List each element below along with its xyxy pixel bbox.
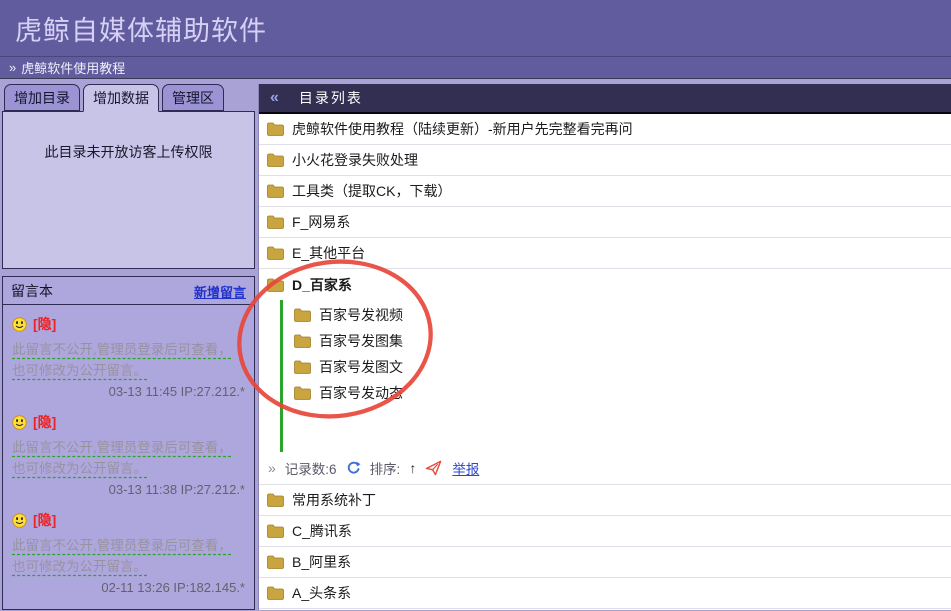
breadcrumb-arrow-icon: » xyxy=(9,60,16,75)
folder-icon xyxy=(294,308,311,322)
message-meta: 03-13 11:45 IP:27.212.* xyxy=(12,384,245,399)
folder-icon xyxy=(267,122,284,136)
folder-icon xyxy=(267,153,284,167)
folder-icon xyxy=(267,184,284,198)
subfolder-row[interactable]: 百家号发动态 xyxy=(283,380,951,406)
smiley-icon xyxy=(12,513,27,528)
folder-label: A_头条系 xyxy=(292,583,351,603)
folder-row[interactable]: B_阿里系 xyxy=(259,547,951,578)
message-text: 此留言不公开,管理员登录后可查看，也可修改为公开留言。 xyxy=(12,535,245,577)
tab-bar: 增加目录 增加数据 管理区 xyxy=(2,84,255,111)
sort-ascending-icon[interactable]: ↑ xyxy=(409,460,416,476)
new-message-link[interactable]: 新增留言 xyxy=(194,282,246,301)
content-area: 增加目录 增加数据 管理区 此目录未开放访客上传权限 留言本 新增留言 xyxy=(0,84,951,610)
subfolder-label: 百家号发图文 xyxy=(319,357,403,377)
report-link[interactable]: 举报 xyxy=(452,458,479,478)
report-plane-icon[interactable] xyxy=(425,460,443,476)
subfolder-group: 百家号发视频 百家号发图集 百家号发图文 百家号发动态 xyxy=(280,300,951,452)
smiley-icon xyxy=(12,317,27,332)
directory-list: 虎鲸软件使用教程（陆续更新）-新用户先完整看完再问 小火花登录失败处理 工具类（… xyxy=(259,114,951,610)
folder-label: C_腾讯系 xyxy=(292,521,352,541)
subfolder-row[interactable]: 百家号发视频 xyxy=(283,302,951,328)
folder-row-expanded[interactable]: D_百家系 xyxy=(259,269,951,300)
folder-icon xyxy=(294,386,311,400)
subfolder-label: 百家号发动态 xyxy=(319,383,403,403)
folder-row[interactable]: 虎鲸软件使用教程（陆续更新）-新用户先完整看完再问 xyxy=(259,114,951,145)
smiley-icon xyxy=(12,415,27,430)
app-title: 虎鲸自媒体辅助软件 xyxy=(0,0,951,57)
folder-icon xyxy=(267,278,284,292)
folder-label: 常用系统补丁 xyxy=(292,490,376,510)
message-board-title: 留言本 xyxy=(11,281,53,301)
folder-label: 小火花登录失败处理 xyxy=(292,150,418,170)
folder-row[interactable]: E_其他平台 xyxy=(259,238,951,269)
folder-row[interactable]: 常用系统补丁 xyxy=(259,485,951,516)
subfolder-label: 百家号发图集 xyxy=(319,331,403,351)
message-item: [隐] 此留言不公开,管理员登录后可查看，也可修改为公开留言。 03-13 11… xyxy=(12,314,245,399)
directory-panel: « 目录列表 虎鲸软件使用教程（陆续更新）-新用户先完整看完再问 小火花登录失败… xyxy=(258,84,951,610)
hidden-tag: [隐] xyxy=(33,510,56,530)
sort-label: 排序: xyxy=(370,458,401,478)
sidebar: 增加目录 增加数据 管理区 此目录未开放访客上传权限 留言本 新增留言 xyxy=(0,84,258,610)
folder-row[interactable]: A_头条系 xyxy=(259,578,951,609)
folder-label: F_网易系 xyxy=(292,212,350,232)
folder-label: D_百家系 xyxy=(292,275,352,295)
folder-row[interactable]: C_腾讯系 xyxy=(259,516,951,547)
directory-panel-title: 目录列表 xyxy=(299,88,363,108)
message-meta: 03-13 11:38 IP:27.212.* xyxy=(12,482,245,497)
hidden-tag: [隐] xyxy=(33,314,56,334)
status-prefix-icon: » xyxy=(268,460,276,476)
message-item: [隐] 此留言不公开,管理员登录后可查看，也可修改为公开留言。 03-13 11… xyxy=(12,412,245,497)
message-text: 此留言不公开,管理员登录后可查看，也可修改为公开留言。 xyxy=(12,437,245,479)
folder-label: E_其他平台 xyxy=(292,243,365,263)
status-bar: » 记录数:6 排序: ↑ 举报 xyxy=(259,452,951,485)
directory-panel-header: « 目录列表 xyxy=(259,84,951,114)
tab-add-directory[interactable]: 增加目录 xyxy=(4,84,80,111)
folder-icon xyxy=(267,493,284,507)
folder-icon xyxy=(294,334,311,348)
breadcrumb: » 虎鲸软件使用教程 xyxy=(0,57,951,79)
collapse-icon[interactable]: « xyxy=(270,89,279,107)
message-board-header: 留言本 新增留言 xyxy=(3,277,254,305)
app-window: 虎鲸自媒体辅助软件 » 虎鲸软件使用教程 增加目录 增加数据 管理区 此目录未开… xyxy=(0,0,951,611)
message-item: [隐] xyxy=(12,608,245,610)
folder-icon xyxy=(267,215,284,229)
message-meta: 02-11 13:26 IP:182.145.* xyxy=(12,580,245,595)
folder-icon xyxy=(267,555,284,569)
hidden-tag: [隐] xyxy=(33,412,56,432)
refresh-icon[interactable] xyxy=(346,461,361,476)
message-list: [隐] 此留言不公开,管理员登录后可查看，也可修改为公开留言。 03-13 11… xyxy=(3,305,254,610)
message-text: 此留言不公开,管理员登录后可查看，也可修改为公开留言。 xyxy=(12,339,245,381)
hidden-tag: [隐] xyxy=(33,608,56,610)
subfolder-label: 百家号发视频 xyxy=(319,305,403,325)
message-item: [隐] 此留言不公开,管理员登录后可查看，也可修改为公开留言。 02-11 13… xyxy=(12,510,245,595)
folder-label: 虎鲸软件使用教程（陆续更新）-新用户先完整看完再问 xyxy=(292,119,633,139)
tab-admin-area[interactable]: 管理区 xyxy=(162,84,224,111)
tab-content-panel: 此目录未开放访客上传权限 xyxy=(2,111,255,269)
folder-icon xyxy=(294,360,311,374)
breadcrumb-label[interactable]: 虎鲸软件使用教程 xyxy=(21,58,125,77)
folder-icon xyxy=(267,586,284,600)
tab-add-data[interactable]: 增加数据 xyxy=(83,84,159,112)
record-count: 记录数:6 xyxy=(285,458,337,478)
folder-row[interactable]: 工具类（提取CK，下载） xyxy=(259,176,951,207)
upload-permission-notice: 此目录未开放访客上传权限 xyxy=(3,142,254,162)
subfolder-row[interactable]: 百家号发图文 xyxy=(283,354,951,380)
folder-icon xyxy=(267,524,284,538)
subfolder-row[interactable]: 百家号发图集 xyxy=(283,328,951,354)
folder-label: 工具类（提取CK，下载） xyxy=(292,181,451,201)
folder-row[interactable]: 小火花登录失败处理 xyxy=(259,145,951,176)
folder-icon xyxy=(267,246,284,260)
message-board: 留言本 新增留言 [隐] 此留言不公开,管理员登录后可查看，也可修改为公开留言。… xyxy=(2,276,255,610)
folder-label: B_阿里系 xyxy=(292,552,351,572)
folder-row[interactable]: F_网易系 xyxy=(259,207,951,238)
